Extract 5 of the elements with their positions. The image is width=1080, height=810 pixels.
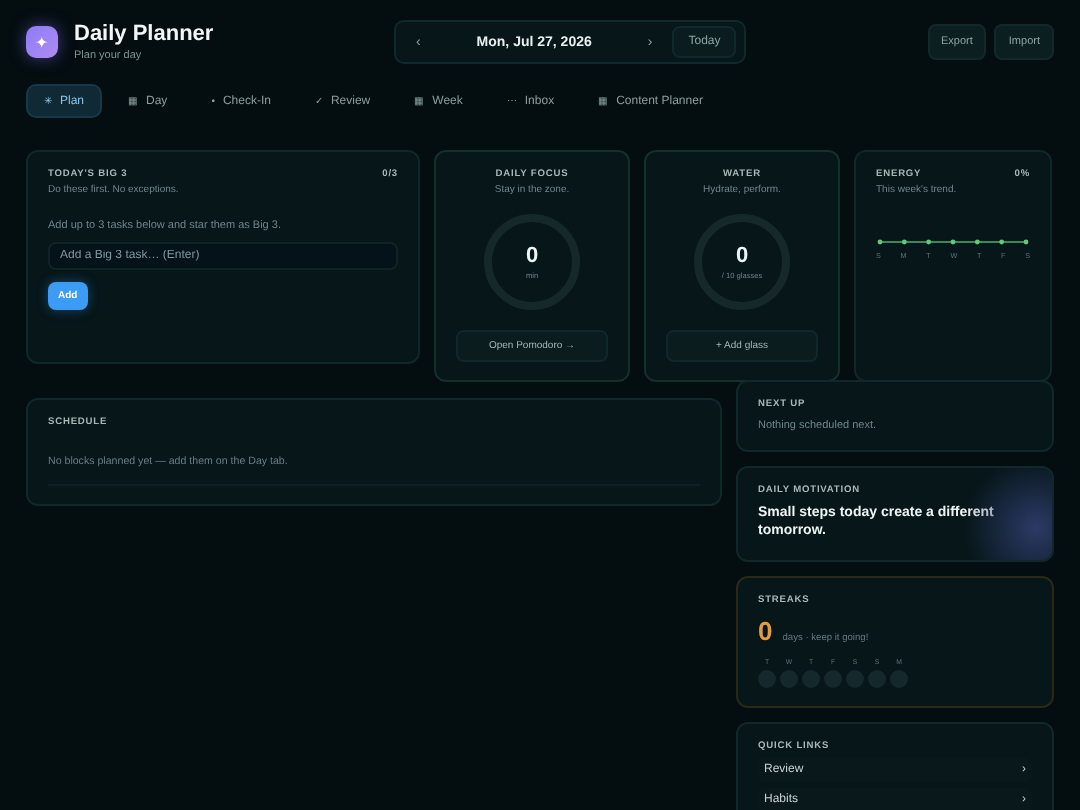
app-logo: ✦: [26, 26, 58, 58]
ring-value: 0: [735, 244, 749, 268]
app-title: Daily Planner: [74, 22, 214, 46]
streak-count: 0: [758, 615, 773, 646]
ring-value: 0: [525, 244, 539, 268]
